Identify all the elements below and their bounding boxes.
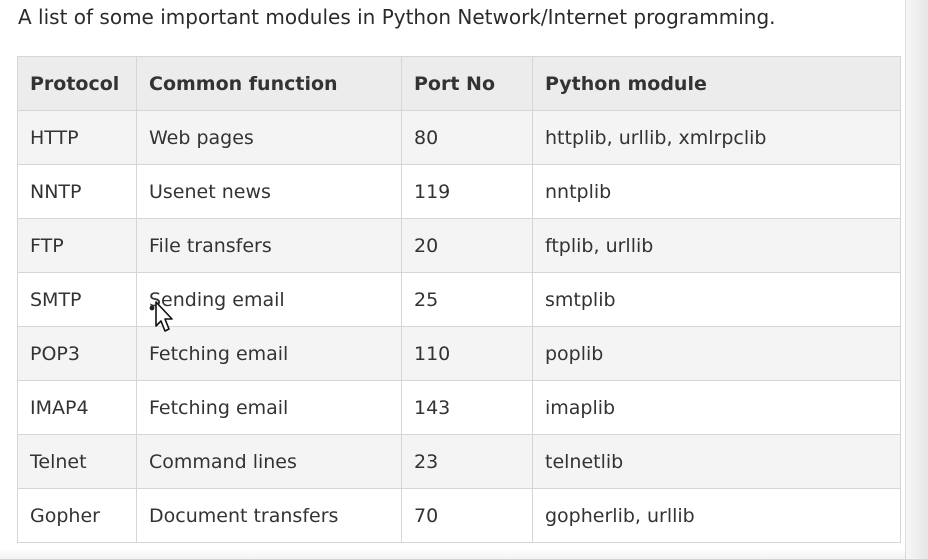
cell-common-function: Web pages <box>136 110 402 165</box>
cell-protocol: FTP <box>17 218 137 273</box>
cell-python-module: telnetlib <box>532 434 901 489</box>
cell-python-module: poplib <box>532 326 901 381</box>
cell-common-function: Command lines <box>136 434 402 489</box>
cell-protocol: SMTP <box>17 272 137 327</box>
table-row: FTP File transfers 20 ftplib, urllib <box>17 218 901 273</box>
cell-protocol: NNTP <box>17 164 137 219</box>
cell-port-no: 119 <box>401 164 533 219</box>
cell-port-no: 143 <box>401 380 533 435</box>
header-common-function: Common function <box>136 56 402 111</box>
cell-protocol: Gopher <box>17 488 137 543</box>
table-row: Telnet Command lines 23 telnetlib <box>17 434 901 489</box>
scrollbar-track[interactable] <box>905 0 928 559</box>
cell-python-module: imaplib <box>532 380 901 435</box>
cell-protocol: HTTP <box>17 110 137 165</box>
cell-protocol: Telnet <box>17 434 137 489</box>
cell-common-function: File transfers <box>136 218 402 273</box>
cell-port-no: 20 <box>401 218 533 273</box>
cell-protocol: POP3 <box>17 326 137 381</box>
cell-common-function: Sending email <box>136 272 402 327</box>
table-header-row: Protocol Common function Port No Python … <box>17 56 901 111</box>
cell-port-no: 23 <box>401 434 533 489</box>
cell-common-function: Document transfers <box>136 488 402 543</box>
header-port-no: Port No <box>401 56 533 111</box>
cell-python-module: smtplib <box>532 272 901 327</box>
cell-port-no: 110 <box>401 326 533 381</box>
cell-port-no: 70 <box>401 488 533 543</box>
header-python-module: Python module <box>532 56 901 111</box>
table-row: POP3 Fetching email 110 poplib <box>17 326 901 381</box>
cell-python-module: httplib, urllib, xmlrpclib <box>532 110 901 165</box>
header-protocol: Protocol <box>17 56 137 111</box>
arrow-pointer-icon <box>149 301 173 332</box>
intro-text: A list of some important modules in Pyth… <box>18 5 776 29</box>
cell-python-module: ftplib, urllib <box>532 218 901 273</box>
cell-protocol: IMAP4 <box>17 380 137 435</box>
table-row: HTTP Web pages 80 httplib, urllib, xmlrp… <box>17 110 901 165</box>
cell-python-module: nntplib <box>532 164 901 219</box>
table-row: Gopher Document transfers 70 gopherlib, … <box>17 488 901 543</box>
cell-port-no: 80 <box>401 110 533 165</box>
table-row: IMAP4 Fetching email 143 imaplib <box>17 380 901 435</box>
cell-common-function: Fetching email <box>136 326 402 381</box>
cell-python-module: gopherlib, urllib <box>532 488 901 543</box>
bottom-shade <box>0 549 906 559</box>
cell-common-function: Usenet news <box>136 164 402 219</box>
cell-port-no: 25 <box>401 272 533 327</box>
table-row: NNTP Usenet news 119 nntplib <box>17 164 901 219</box>
cell-common-function: Fetching email <box>136 380 402 435</box>
